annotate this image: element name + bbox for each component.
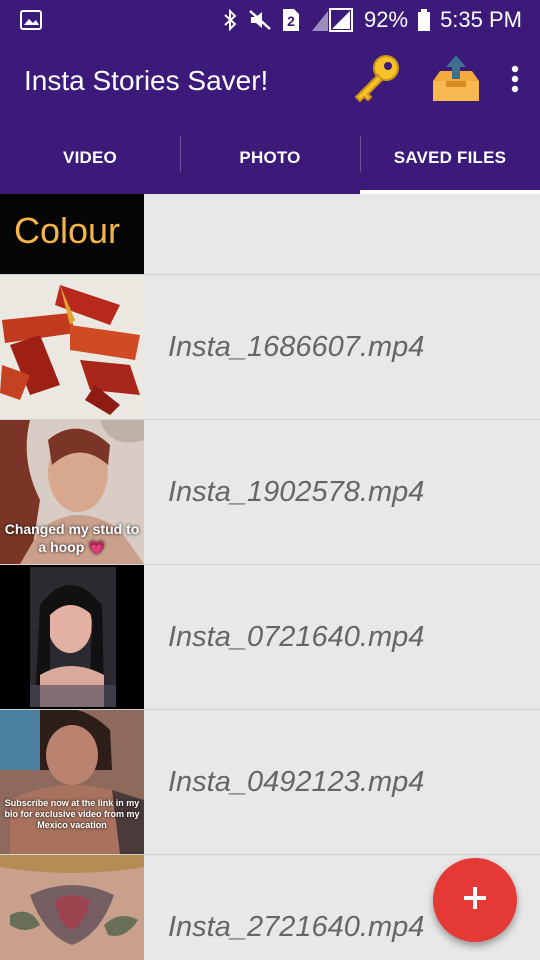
tab-video[interactable]: VIDEO <box>0 122 180 194</box>
more-vert-icon[interactable] <box>510 65 520 98</box>
list-item[interactable]: Changed my stud to a hoop 💗 Insta_190257… <box>0 420 540 565</box>
list-item[interactable]: Subscribe now at the link in my bio for … <box>0 710 540 855</box>
add-button[interactable] <box>433 858 517 942</box>
thumbnail-text: Colour <box>14 210 121 251</box>
status-bar: 2 92% 5:35 PM <box>0 0 540 40</box>
sim-slot-label: 2 <box>287 13 295 29</box>
saved-files-list: Colour Insta_1686607.mp4 Changed my stud… <box>0 194 540 960</box>
signal-icon <box>310 7 354 33</box>
status-time: 5:35 PM <box>440 7 522 32</box>
video-thumbnail: Subscribe now at the link in my bio for … <box>0 710 144 854</box>
thumbnail-text: Subscribe now at the link in my bio for … <box>4 798 140 830</box>
plus-icon <box>462 885 488 916</box>
file-name: Insta_0492123.mp4 <box>168 765 425 798</box>
video-thumbnail: Changed my stud to a hoop 💗 <box>0 420 144 564</box>
file-name: Insta_1686607.mp4 <box>168 330 425 363</box>
tab-photo[interactable]: PHOTO <box>180 122 360 194</box>
upload-box-icon[interactable] <box>430 53 482 110</box>
file-name: Insta_0721640.mp4 <box>168 620 425 653</box>
key-icon[interactable] <box>350 53 402 110</box>
tab-bar: VIDEO PHOTO SAVED FILES <box>0 122 540 194</box>
tab-saved-files[interactable]: SAVED FILES <box>360 122 540 194</box>
image-notification-icon <box>20 10 42 30</box>
thumbnail-text: Changed my stud to a hoop 💗 <box>4 521 140 555</box>
battery-percent: 92% <box>364 7 409 32</box>
app-title: Insta Stories Saver! <box>24 65 269 96</box>
video-thumbnail: Colour <box>0 194 144 274</box>
mute-icon <box>248 9 272 31</box>
list-item[interactable]: Colour <box>0 194 540 275</box>
app-bar: Insta Stories Saver! <box>0 40 540 122</box>
list-item[interactable]: Insta_0721640.mp4 <box>0 565 540 710</box>
file-name: Insta_1902578.mp4 <box>168 475 425 508</box>
file-name <box>144 194 540 274</box>
list-item[interactable]: Insta_1686607.mp4 <box>0 275 540 420</box>
video-thumbnail <box>0 565 144 709</box>
video-thumbnail <box>0 855 144 960</box>
bluetooth-icon <box>222 8 238 32</box>
video-thumbnail <box>0 275 144 419</box>
sim-icon: 2 <box>282 8 300 32</box>
battery-icon <box>418 9 431 31</box>
